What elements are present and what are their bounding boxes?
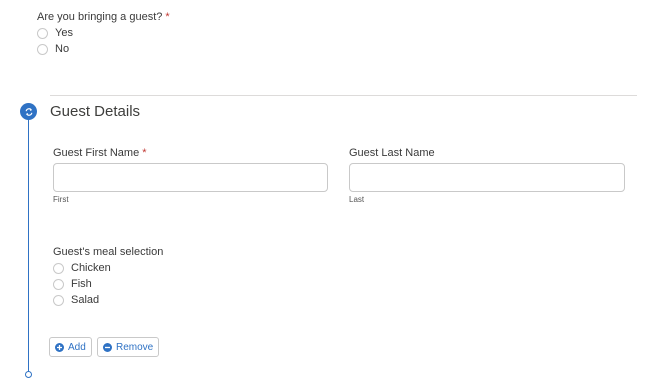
guest-last-name-input[interactable]	[349, 163, 625, 192]
minus-circle-icon	[103, 342, 112, 352]
guest-first-name-input[interactable]	[53, 163, 328, 192]
meal-label-chicken: Chicken	[71, 262, 111, 274]
section-title: Guest Details	[50, 103, 141, 120]
required-marker: *	[165, 11, 170, 23]
bringing-guest-question: Are you bringing a guest? *	[37, 11, 170, 23]
required-marker: *	[142, 147, 147, 159]
last-name-sublabel: Last	[349, 195, 365, 204]
timeline-end-dot	[25, 371, 32, 378]
meal-option-salad[interactable]: Salad	[53, 292, 99, 308]
radio-option-yes[interactable]: Yes	[37, 25, 73, 41]
meal-option-chicken[interactable]: Chicken	[53, 260, 111, 276]
radio-label-yes: Yes	[55, 27, 73, 39]
section-divider	[50, 95, 637, 96]
plus-circle-icon	[55, 342, 64, 352]
radio-option-no[interactable]: No	[37, 41, 69, 57]
meal-label-fish: Fish	[71, 278, 92, 290]
radio-button[interactable]	[53, 294, 64, 306]
bringing-guest-question-text: Are you bringing a guest?	[37, 11, 163, 23]
first-name-sublabel: First	[53, 195, 69, 204]
radio-button[interactable]	[37, 27, 48, 39]
meal-selection-label: Guest's meal selection	[53, 246, 164, 258]
radio-button[interactable]	[53, 262, 64, 274]
remove-button-label: Remove	[116, 341, 154, 353]
radio-button[interactable]	[53, 278, 64, 290]
remove-button[interactable]: Remove	[97, 337, 160, 357]
add-button[interactable]: Add	[49, 337, 92, 357]
radio-label-no: No	[55, 43, 70, 55]
add-button-label: Add	[68, 341, 86, 353]
meal-option-fish[interactable]: Fish	[53, 276, 92, 292]
last-name-label: Guest Last Name	[349, 147, 435, 159]
first-name-label: Guest First Name *	[53, 147, 146, 159]
timeline-line	[28, 112, 29, 374]
meal-label-salad: Salad	[71, 294, 100, 306]
repeat-icon	[20, 103, 37, 120]
first-name-label-text: Guest First Name	[53, 147, 140, 159]
radio-button[interactable]	[37, 43, 48, 55]
